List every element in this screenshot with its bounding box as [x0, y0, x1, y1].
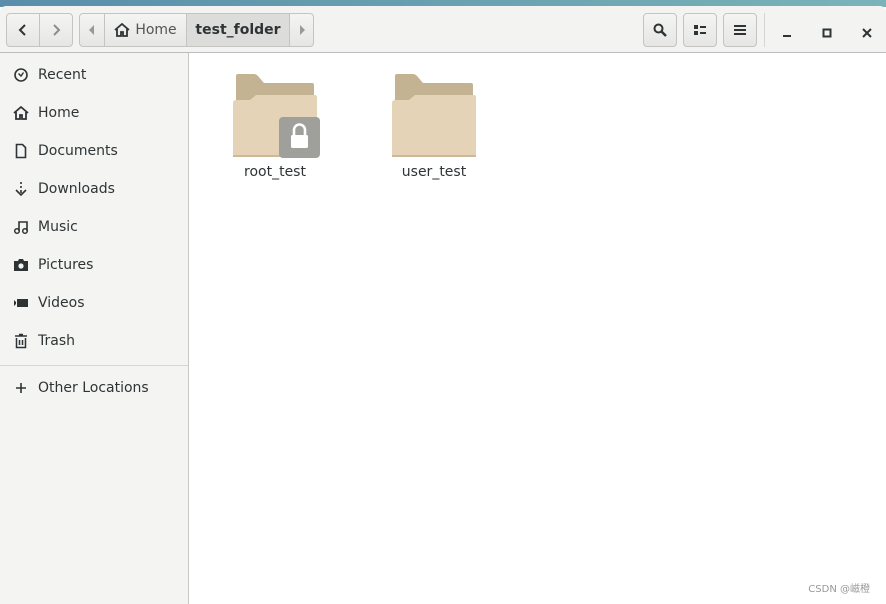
path-bar: Home test_folder [79, 13, 314, 47]
file-name: user_test [401, 164, 467, 180]
path-scroll-right[interactable] [290, 14, 313, 46]
sidebar-item-label: Videos [38, 295, 85, 311]
sidebar-item-label: Other Locations [38, 380, 149, 396]
sidebar-item-label: Trash [38, 333, 75, 349]
sidebar-item-label: Music [38, 219, 78, 235]
forward-button[interactable] [40, 14, 72, 46]
back-button[interactable] [7, 14, 40, 46]
sidebar-item-label: Documents [38, 143, 118, 159]
list-view-icon [694, 25, 706, 35]
sidebar-item-recent[interactable]: Recent [0, 57, 188, 93]
maximize-icon [822, 28, 832, 38]
hamburger-icon [734, 25, 746, 35]
chevron-left-icon [18, 24, 26, 36]
folder-item[interactable]: user_test [379, 73, 489, 183]
sidebar-item-documents[interactable]: Documents [0, 133, 188, 169]
sidebar-item-label: Recent [38, 67, 87, 83]
sidebar-item-pictures[interactable]: Pictures [0, 247, 188, 283]
path-item-home[interactable]: Home [105, 14, 187, 46]
sidebar-item-home[interactable]: Home [0, 95, 188, 131]
sidebar-item-other-locations[interactable]: Other Locations [0, 370, 188, 406]
path-scroll-left[interactable] [80, 14, 105, 46]
sidebar-item-label: Downloads [38, 181, 115, 197]
camera-icon [14, 259, 28, 271]
folder-icon [392, 74, 476, 157]
chevron-right-icon [53, 24, 61, 36]
music-icon [13, 221, 29, 235]
minimize-icon [783, 35, 791, 37]
header-separator [764, 13, 765, 47]
watermark: CSDN @嵫橙 [808, 584, 870, 595]
close-button[interactable] [857, 23, 877, 43]
video-icon [14, 299, 28, 307]
path-item-current[interactable]: test_folder [187, 14, 290, 46]
home-icon [13, 105, 29, 120]
sidebar-item-music[interactable]: Music [0, 209, 188, 245]
plus-icon [16, 383, 26, 393]
header-bar: Home test_folder [0, 6, 886, 53]
file-name: root_test [244, 164, 306, 180]
maximize-button[interactable] [817, 23, 837, 43]
close-icon [862, 28, 872, 38]
view-toggle-button[interactable] [683, 13, 717, 47]
arrow-right-icon [300, 25, 305, 35]
folder-item[interactable]: root_test [220, 73, 330, 183]
sidebar-item-videos[interactable]: Videos [0, 285, 188, 321]
clock-icon [14, 68, 28, 82]
download-icon [15, 182, 27, 197]
menu-button[interactable] [723, 13, 757, 47]
nav-button-group [6, 13, 73, 47]
sidebar-separator [0, 365, 188, 366]
sidebar: Recent Home Documents Downloads Music Pi… [0, 53, 189, 604]
path-label: test_folder [195, 22, 281, 38]
folder-locked-icon [233, 74, 320, 158]
search-button[interactable] [643, 13, 677, 47]
sidebar-item-trash[interactable]: Trash [0, 323, 188, 359]
document-icon [15, 143, 27, 159]
sidebar-item-label: Home [38, 105, 80, 121]
path-label: Home [135, 22, 177, 38]
minimize-button[interactable] [777, 23, 797, 43]
arrow-left-icon [89, 25, 94, 35]
home-icon [114, 23, 130, 37]
trash-icon [15, 333, 27, 349]
search-icon [653, 23, 667, 37]
sidebar-item-downloads[interactable]: Downloads [0, 171, 188, 207]
sidebar-item-label: Pictures [38, 257, 94, 273]
